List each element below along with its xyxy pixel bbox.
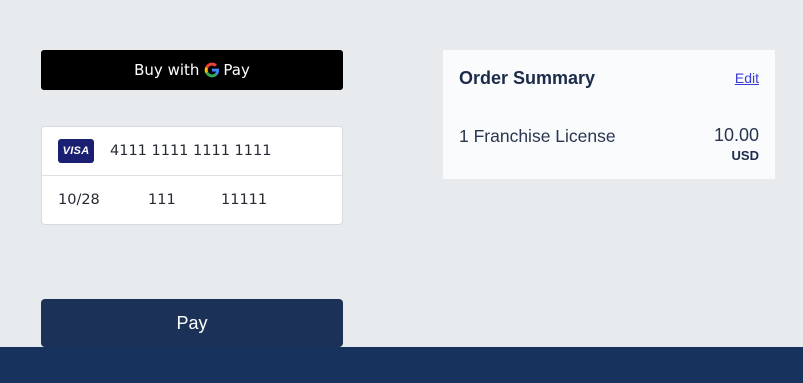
footer-band: [0, 347, 803, 383]
line-item-name: 1 Franchise License: [459, 126, 616, 146]
line-item-amount: 10.00: [713, 125, 759, 145]
order-summary-panel: Order Summary Edit 1 Franchise License 1…: [443, 50, 775, 179]
card-number-input[interactable]: [110, 143, 310, 159]
line-item-currency: USD: [731, 148, 759, 163]
pay-button[interactable]: Pay: [41, 299, 343, 347]
card-number-row: VISA: [42, 127, 342, 176]
checkout-page: Buy with Pay VISA Pay Order Summary Edit…: [0, 0, 803, 383]
card-details-row: [42, 176, 342, 224]
card-form: VISA: [41, 126, 343, 225]
edit-order-link[interactable]: Edit: [735, 70, 759, 86]
zip-input[interactable]: [221, 192, 321, 208]
google-pay-button[interactable]: Buy with Pay: [41, 50, 343, 90]
google-pay-pay-label: Pay: [223, 61, 250, 79]
visa-card-icon: VISA: [58, 139, 94, 163]
google-pay-buy-label: Buy with: [134, 61, 200, 79]
google-g-icon: [204, 62, 220, 78]
cvc-input[interactable]: [148, 192, 221, 208]
order-summary-title: Order Summary: [459, 68, 596, 88]
expiry-input[interactable]: [58, 192, 148, 208]
